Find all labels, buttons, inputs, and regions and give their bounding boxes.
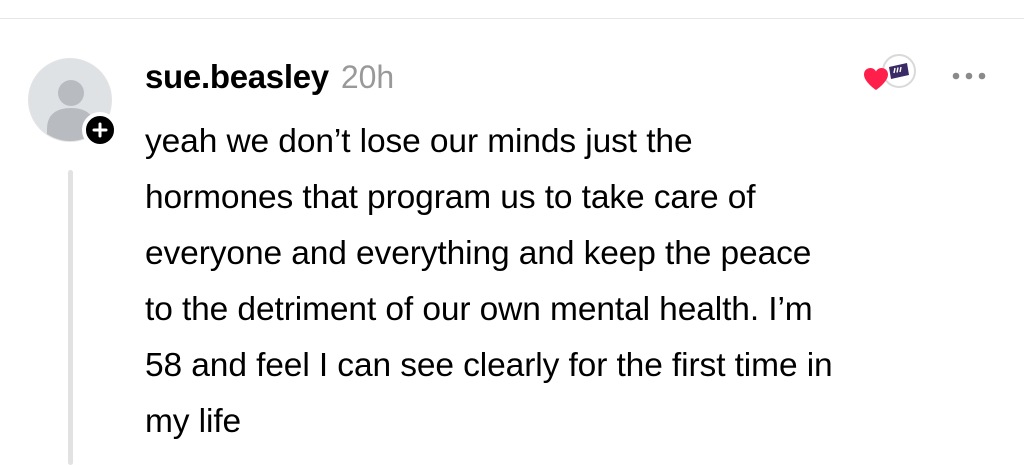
top-divider [0,18,1024,19]
heart-icon [864,68,888,90]
username-link[interactable]: sue.beasley [145,58,329,96]
plus-icon [92,122,108,138]
more-horizontal-icon [952,72,986,80]
timestamp: 20h [340,59,395,95]
comment-text: yeah we don’t lose our minds just the ho… [145,114,1005,450]
reaction-indicator[interactable] [862,52,924,96]
follow-button[interactable] [82,112,118,148]
comment-line: everyone and everything and keep the pea… [145,235,812,272]
thread-line [68,170,73,465]
comment-line: 58 and feel I can see clearly for the fi… [145,347,833,384]
comment-line: hormones that program us to take care of [145,179,756,216]
comment-line: yeah we don’t lose our minds just the [145,123,693,160]
comment-header: sue.beasley 20h [145,58,394,104]
more-options-button[interactable] [946,62,994,90]
avatar-container[interactable] [28,58,118,148]
comment-line: my life [145,403,242,440]
comment-line: to the detriment of our own mental healt… [145,291,813,328]
